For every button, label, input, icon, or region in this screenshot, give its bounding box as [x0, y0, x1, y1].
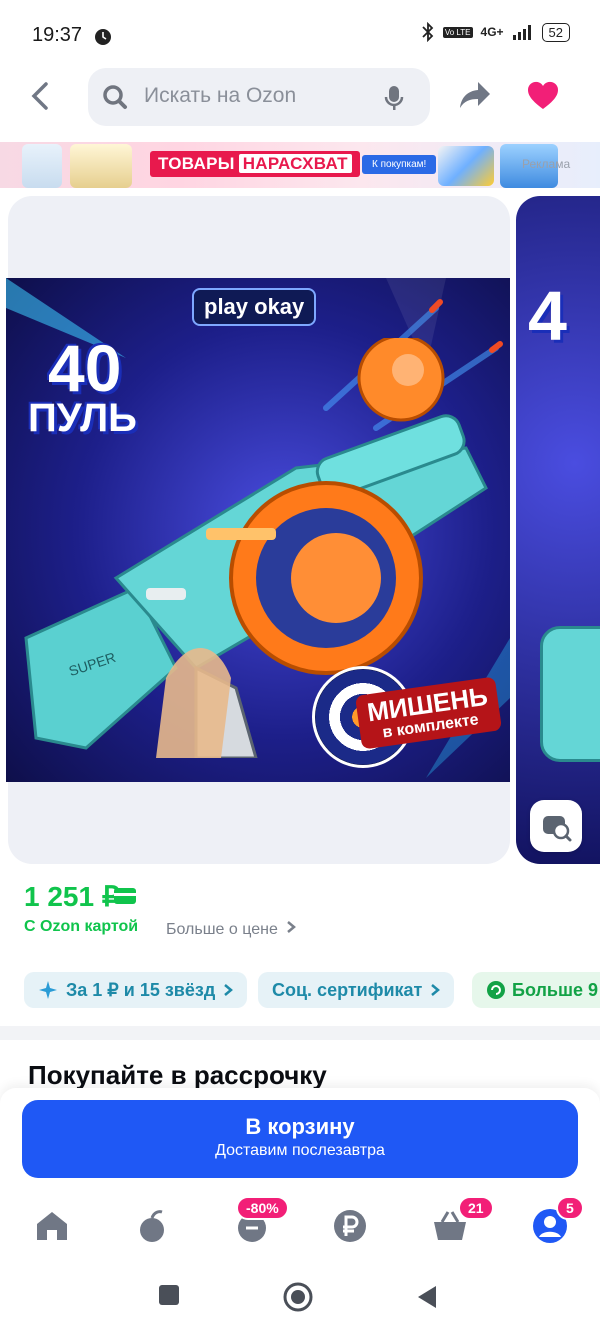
profile-badge: 5 [556, 1196, 584, 1220]
product-image[interactable]: play okay 40 ПУЛЬ SUPER МИШЕНЬ в комплек… [6, 278, 510, 782]
visual-search-icon [543, 816, 572, 842]
promo-banner[interactable]: ТОВАРЫ НАРАСХВАТ К покупкам! Реклама [0, 142, 600, 188]
cashback-icon [487, 981, 505, 999]
bluetooth-icon [422, 22, 434, 42]
next-product-image[interactable]: 4 [516, 196, 600, 864]
volte-icon: Vo LTE [442, 26, 473, 38]
home-system-button[interactable] [283, 1282, 313, 1317]
microphone-icon[interactable] [384, 84, 404, 117]
water-bottle-image [22, 144, 62, 188]
triangle-back-icon [418, 1286, 436, 1308]
brand-logo: play okay [192, 288, 317, 326]
search-input[interactable]: Искать на Ozon [88, 68, 430, 126]
product-price: 1 251 ₽ [24, 881, 120, 912]
promo-cta-button[interactable]: К покупкам! [362, 155, 437, 174]
cashback-chip[interactable]: Больше 9 [472, 972, 600, 1008]
cart-count-badge: 21 [458, 1196, 494, 1220]
favorite-button[interactable] [526, 80, 560, 115]
tab-finance[interactable] [330, 1206, 370, 1246]
signal-icon [512, 25, 531, 40]
circle-home-icon [283, 1282, 313, 1312]
ruble-icon [334, 1210, 366, 1242]
search-placeholder: Искать на Ozon [144, 84, 297, 107]
square-icon [159, 1285, 179, 1305]
recents-button[interactable] [158, 1284, 180, 1311]
share-button[interactable] [458, 80, 492, 115]
stars-offer-chip[interactable]: За 1 ₽ и 15 звёзд [24, 972, 248, 1008]
crayons-box-image [438, 146, 494, 186]
social-certificate-chip[interactable]: Соц. сертификат [258, 972, 455, 1008]
status-time: 19:37 [32, 24, 83, 46]
status-indicators: Vo LTE 4G+ 52 [421, 22, 570, 42]
battery-indicator: 52 [541, 22, 570, 42]
bottom-nav [0, 1192, 600, 1262]
add-to-cart-button[interactable]: В корзину Доставим послезавтра [22, 1100, 578, 1178]
chevron-right-icon [431, 984, 441, 996]
apple-icon [140, 1210, 164, 1242]
ozon-card-label: С Ozon картой [24, 918, 139, 935]
section-divider [0, 1026, 600, 1040]
chevron-right-icon [287, 921, 297, 933]
ad-label: Реклама [522, 157, 571, 171]
alarm-icon [94, 28, 112, 51]
discounts-badge: -80% [236, 1196, 289, 1220]
heart-icon [527, 81, 559, 109]
chevron-left-icon [31, 82, 48, 110]
next-image-stock [540, 626, 600, 762]
delivery-label: Доставим послезавтра [215, 1142, 385, 1159]
sparkle-icon [39, 981, 57, 999]
image-search-button[interactable] [530, 800, 582, 852]
diapers-pack-image [70, 144, 132, 188]
home-icon [37, 1212, 67, 1240]
chevron-right-icon [224, 984, 234, 996]
back-system-button[interactable] [416, 1284, 438, 1315]
network-label: 4G+ [480, 25, 504, 39]
promo-title: ТОВАРЫ НАРАСХВАТ [150, 151, 360, 177]
tab-home[interactable] [32, 1206, 72, 1246]
ozon-card-icon [114, 888, 136, 904]
search-icon [102, 84, 128, 115]
tab-fresh[interactable] [132, 1206, 172, 1246]
back-button[interactable] [28, 80, 56, 112]
installment-title: Покупайте в рассрочку [28, 1060, 327, 1090]
share-arrow-icon [460, 82, 490, 108]
next-image-badge: 4 [528, 277, 567, 355]
cart-button-label: В корзину [245, 1114, 355, 1139]
price-details-link[interactable]: Больше о цене [166, 920, 297, 939]
